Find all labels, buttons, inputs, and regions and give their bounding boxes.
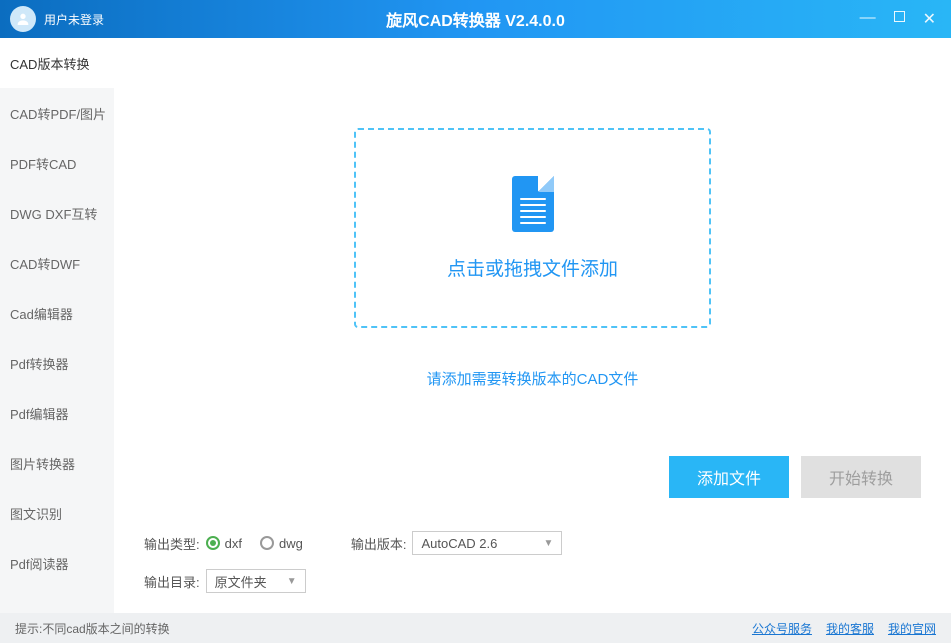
app-title: 旋风CAD转换器 V2.4.0.0 (386, 7, 565, 31)
sidebar-item-label: Pdf编辑器 (10, 404, 69, 423)
minimize-button[interactable]: — (860, 9, 876, 29)
main: CAD版本转换 CAD转PDF/图片 PDF转CAD DWG DXF互转 CAD… (0, 38, 951, 613)
sidebar-item-label: Pdf阅读器 (10, 554, 69, 573)
status-links: 公众号服务 我的客服 我的官网 (752, 620, 936, 637)
sidebar-item-pdf-to-cad[interactable]: PDF转CAD (0, 138, 114, 188)
content: 点击或拖拽文件添加 请添加需要转换版本的CAD文件 添加文件 开始转换 输出类型… (114, 38, 951, 613)
sidebar-item-cad-to-dwf[interactable]: CAD转DWF (0, 238, 114, 288)
maximize-button[interactable] (894, 9, 905, 29)
dropzone-text: 点击或拖拽文件添加 (447, 254, 618, 281)
titlebar: 用户未登录 旋风CAD转换器 V2.4.0.0 — ✕ (0, 0, 951, 38)
action-row: 添加文件 开始转换 (669, 456, 921, 498)
link-wechat[interactable]: 公众号服务 (752, 620, 812, 637)
sidebar-item-cad-editor[interactable]: Cad编辑器 (0, 288, 114, 338)
person-icon (15, 11, 31, 27)
link-support[interactable]: 我的客服 (826, 620, 874, 637)
output-dir-label: 输出目录: (144, 572, 200, 591)
options-panel: 输出类型: dxf dwg 输出版本: AutoCAD 2.6 ▼ 输出目录: (144, 531, 562, 593)
select-value: AutoCAD 2.6 (421, 536, 497, 551)
chevron-down-icon: ▼ (544, 538, 554, 549)
sidebar-item-label: PDF转CAD (10, 154, 76, 173)
statusbar: 提示:不同cad版本之间的转换 公众号服务 我的客服 我的官网 (0, 613, 951, 643)
add-file-button[interactable]: 添加文件 (669, 456, 789, 498)
sidebar-item-dwg-dxf[interactable]: DWG DXF互转 (0, 188, 114, 238)
sidebar-item-pdf-converter[interactable]: Pdf转换器 (0, 338, 114, 388)
sidebar: CAD版本转换 CAD转PDF/图片 PDF转CAD DWG DXF互转 CAD… (0, 38, 114, 613)
sidebar-item-label: 图片转换器 (10, 454, 75, 473)
link-website[interactable]: 我的官网 (888, 620, 936, 637)
sidebar-item-pdf-reader[interactable]: Pdf阅读器 (0, 538, 114, 588)
sidebar-item-label: CAD版本转换 (10, 54, 89, 73)
output-type-row: 输出类型: dxf dwg 输出版本: AutoCAD 2.6 ▼ (144, 531, 562, 555)
select-value: 原文件夹 (215, 572, 267, 591)
output-version-label: 输出版本: (351, 534, 407, 553)
output-dir-select[interactable]: 原文件夹 ▼ (206, 569, 306, 593)
sidebar-item-cad-to-pdf[interactable]: CAD转PDF/图片 (0, 88, 114, 138)
sidebar-item-label: CAD转PDF/图片 (10, 104, 106, 123)
chevron-down-icon: ▼ (287, 576, 297, 587)
dropzone[interactable]: 点击或拖拽文件添加 (354, 128, 711, 328)
radio-circle-icon (260, 536, 274, 550)
output-version-select[interactable]: AutoCAD 2.6 ▼ (412, 531, 562, 555)
hint-text: 请添加需要转换版本的CAD文件 (144, 368, 921, 389)
file-icon (512, 176, 554, 232)
start-convert-button: 开始转换 (801, 456, 921, 498)
sidebar-item-label: DWG DXF互转 (10, 204, 97, 223)
output-dir-row: 输出目录: 原文件夹 ▼ (144, 569, 562, 593)
sidebar-item-pdf-editor[interactable]: Pdf编辑器 (0, 388, 114, 438)
sidebar-item-label: Cad编辑器 (10, 304, 73, 323)
radio-dwg[interactable]: dwg (260, 536, 303, 551)
radio-label: dwg (279, 536, 303, 551)
sidebar-item-label: Pdf转换器 (10, 354, 69, 373)
window-controls: — ✕ (860, 9, 951, 29)
sidebar-item-ocr[interactable]: 图文识别 (0, 488, 114, 538)
close-button[interactable]: ✕ (923, 9, 936, 29)
radio-label: dxf (225, 536, 242, 551)
output-type-label: 输出类型: (144, 534, 200, 553)
sidebar-item-label: 图文识别 (10, 504, 62, 523)
radio-dxf[interactable]: dxf (206, 536, 242, 551)
sidebar-item-image-converter[interactable]: 图片转换器 (0, 438, 114, 488)
user-status[interactable]: 用户未登录 (44, 11, 104, 28)
radio-circle-icon (206, 536, 220, 550)
sidebar-item-cad-version[interactable]: CAD版本转换 (0, 38, 114, 88)
user-avatar[interactable] (10, 6, 36, 32)
status-tip: 提示:不同cad版本之间的转换 (15, 620, 170, 637)
sidebar-item-label: CAD转DWF (10, 254, 80, 273)
